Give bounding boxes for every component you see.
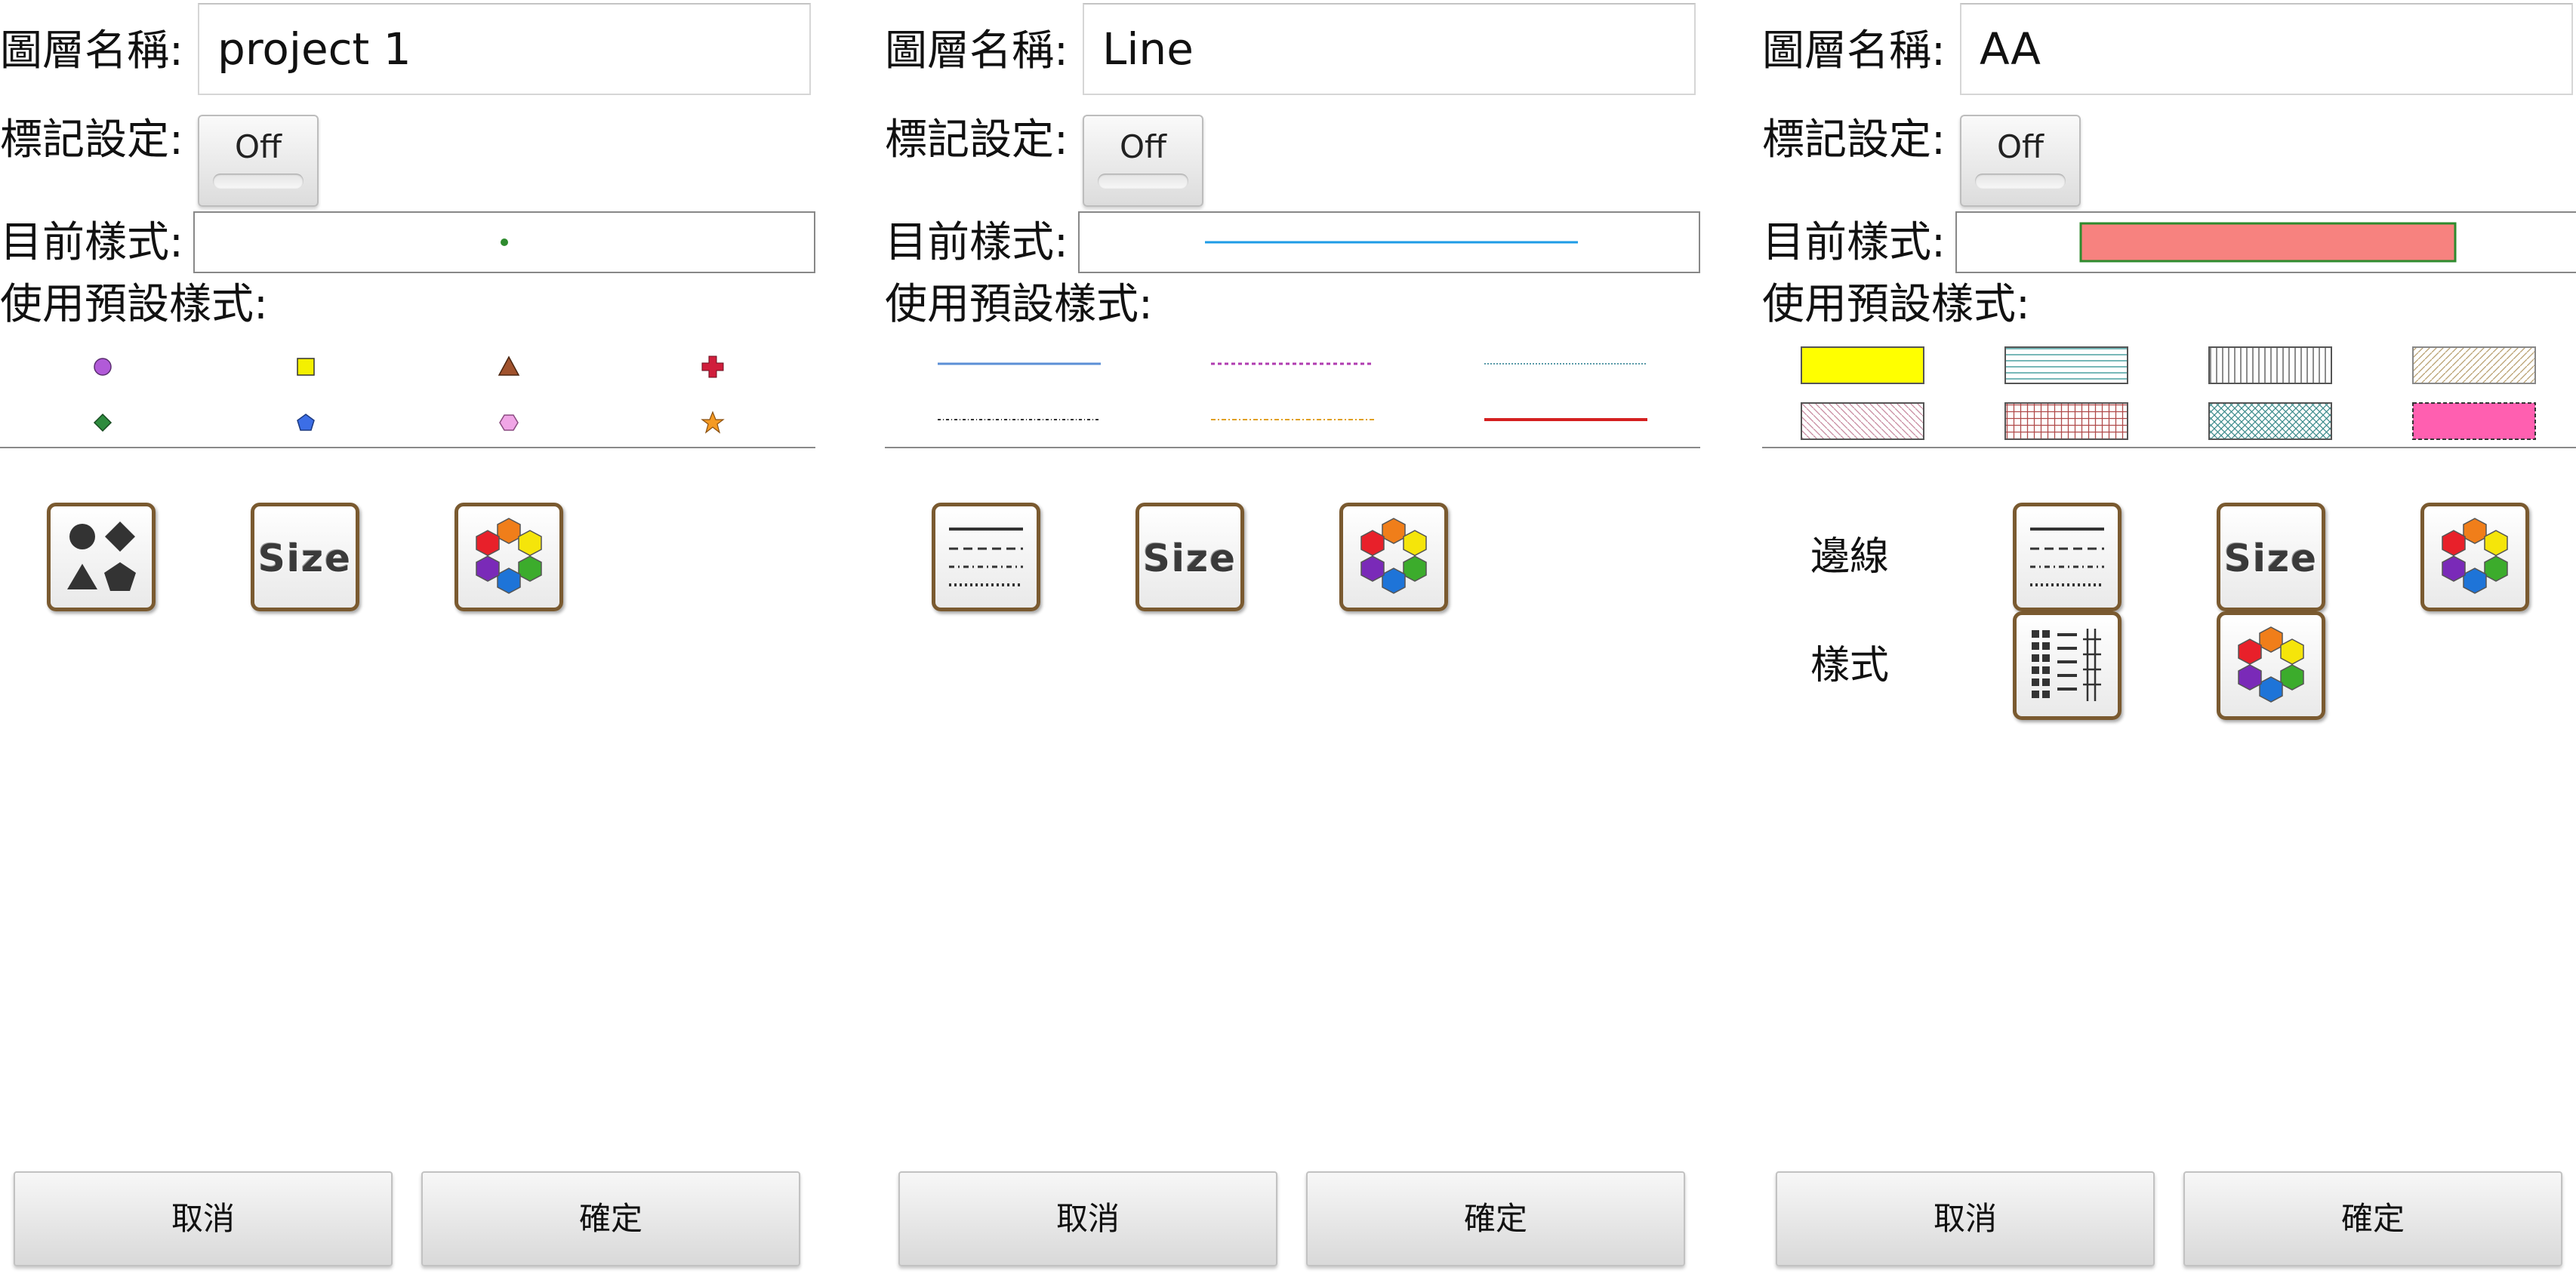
ok-button[interactable]: 確定 [421, 1171, 800, 1266]
color-picker-icon [476, 518, 542, 594]
solid-line-icon[interactable] [936, 356, 1102, 371]
preset-style-label: 使用預設樣式: [0, 280, 268, 329]
dashed-line-icon[interactable] [1209, 412, 1376, 427]
shape-picker-button[interactable] [47, 503, 156, 611]
divider [885, 447, 1700, 448]
fill-pattern-icon [2032, 629, 2101, 701]
divider [1762, 447, 2576, 448]
color-picker-icon [2442, 518, 2508, 594]
fill-pattern-button[interactable] [2013, 611, 2122, 720]
toggle-indicator [1975, 174, 2066, 189]
toggle-state-text: Off [1120, 128, 1166, 165]
border-line-style-button[interactable] [2013, 503, 2122, 611]
polygon-layer-panel: 圖層名稱: AA 標記設定: Off 目前樣式: 使用預設樣式: 邊線 樣式 S… [1762, 0, 2576, 1283]
dotted-line-icon[interactable] [1209, 356, 1376, 371]
cross-marker-icon[interactable] [698, 352, 728, 382]
reverse-diagonal-hatch-icon[interactable] [1800, 402, 1925, 441]
shape-picker-icon [67, 522, 136, 591]
point-layer-panel: 圖層名稱: project 1 標記設定: Off 目前樣式: 使用預設樣式: … [0, 0, 815, 1283]
horizontal-hatch-icon[interactable] [2004, 346, 2129, 385]
current-line-preview-icon [1205, 241, 1578, 244]
grid-hatch-icon[interactable] [2004, 402, 2129, 441]
line-style-icon [949, 528, 1023, 586]
size-icon: Size [1142, 537, 1237, 580]
cross-hatch-icon[interactable] [2208, 402, 2333, 441]
line-style-icon [2030, 528, 2104, 586]
current-style-label: 目前樣式: [1762, 218, 1946, 267]
dash-dot-line-icon[interactable] [936, 412, 1102, 427]
line-style-button[interactable] [932, 503, 1040, 611]
current-style-preview [1955, 211, 2576, 273]
layer-name-input[interactable]: project 1 [198, 3, 811, 95]
color-picker-button[interactable] [454, 503, 563, 611]
preset-style-label: 使用預設樣式: [1762, 280, 2030, 329]
cancel-button[interactable]: 取消 [14, 1171, 393, 1266]
border-size-button[interactable]: Size [2217, 503, 2325, 611]
current-style-label: 目前樣式: [0, 218, 183, 267]
preset-style-label: 使用預設樣式: [885, 280, 1153, 329]
current-style-preview [193, 211, 815, 273]
border-row-label: 邊線 [1810, 534, 1890, 580]
current-fill-preview-icon [2079, 222, 2457, 263]
cancel-button[interactable]: 取消 [1776, 1171, 2155, 1266]
ok-button[interactable]: 確定 [1306, 1171, 1685, 1266]
border-color-button[interactable] [2420, 503, 2529, 611]
square-marker-icon[interactable] [291, 352, 321, 382]
solid-fill-icon[interactable] [1800, 346, 1925, 385]
style-row-label: 樣式 [1810, 643, 1890, 688]
marker-setting-label: 標記設定: [0, 115, 183, 165]
color-picker-icon [1360, 518, 1427, 594]
marker-setting-label: 標記設定: [1762, 115, 1946, 165]
marker-setting-label: 標記設定: [885, 115, 1068, 165]
marker-toggle[interactable]: Off [1960, 115, 2081, 207]
preset-style-grid [0, 335, 815, 451]
diagonal-hatch-icon[interactable] [2411, 346, 2537, 385]
divider [0, 447, 815, 448]
line-layer-panel: 圖層名稱: Line 標記設定: Off 目前樣式: 使用預設樣式: Size [885, 0, 1700, 1283]
marker-toggle[interactable]: Off [198, 115, 319, 207]
toggle-state-text: Off [235, 128, 282, 165]
circle-marker-icon[interactable] [88, 352, 118, 382]
preset-style-grid [1762, 335, 2576, 451]
color-picker-button[interactable] [1339, 503, 1448, 611]
size-button[interactable]: Size [1135, 503, 1244, 611]
preset-style-grid [885, 335, 1700, 451]
marker-toggle[interactable]: Off [1083, 115, 1203, 207]
layer-name-label: 圖層名稱: [885, 26, 1068, 75]
vertical-hatch-icon[interactable] [2208, 346, 2333, 385]
fine-dotted-line-icon[interactable] [1483, 356, 1649, 371]
current-point-preview-icon [501, 238, 508, 246]
layer-name-label: 圖層名稱: [1762, 26, 1946, 75]
toggle-indicator [213, 174, 304, 189]
layer-name-label: 圖層名稱: [0, 26, 183, 75]
star-marker-icon[interactable] [698, 408, 728, 438]
thick-solid-line-icon[interactable] [1483, 412, 1649, 427]
hexagon-marker-icon[interactable] [494, 408, 524, 438]
size-button[interactable]: Size [251, 503, 359, 611]
triangle-marker-icon[interactable] [494, 352, 524, 382]
current-style-label: 目前樣式: [885, 218, 1068, 267]
fill-color-button[interactable] [2217, 611, 2325, 720]
dashed-border-fill-icon[interactable] [2411, 402, 2537, 441]
size-icon: Size [257, 537, 353, 580]
ok-button[interactable]: 確定 [2183, 1171, 2562, 1266]
color-picker-icon [2238, 626, 2304, 703]
layer-name-input[interactable]: AA [1960, 3, 2573, 95]
toggle-indicator [1098, 174, 1188, 189]
size-icon: Size [2223, 537, 2319, 580]
pentagon-marker-icon[interactable] [291, 408, 321, 438]
diamond-marker-icon[interactable] [88, 408, 118, 438]
cancel-button[interactable]: 取消 [898, 1171, 1277, 1266]
current-style-preview [1078, 211, 1700, 273]
layer-name-input[interactable]: Line [1083, 3, 1696, 95]
toggle-state-text: Off [1997, 128, 2044, 165]
